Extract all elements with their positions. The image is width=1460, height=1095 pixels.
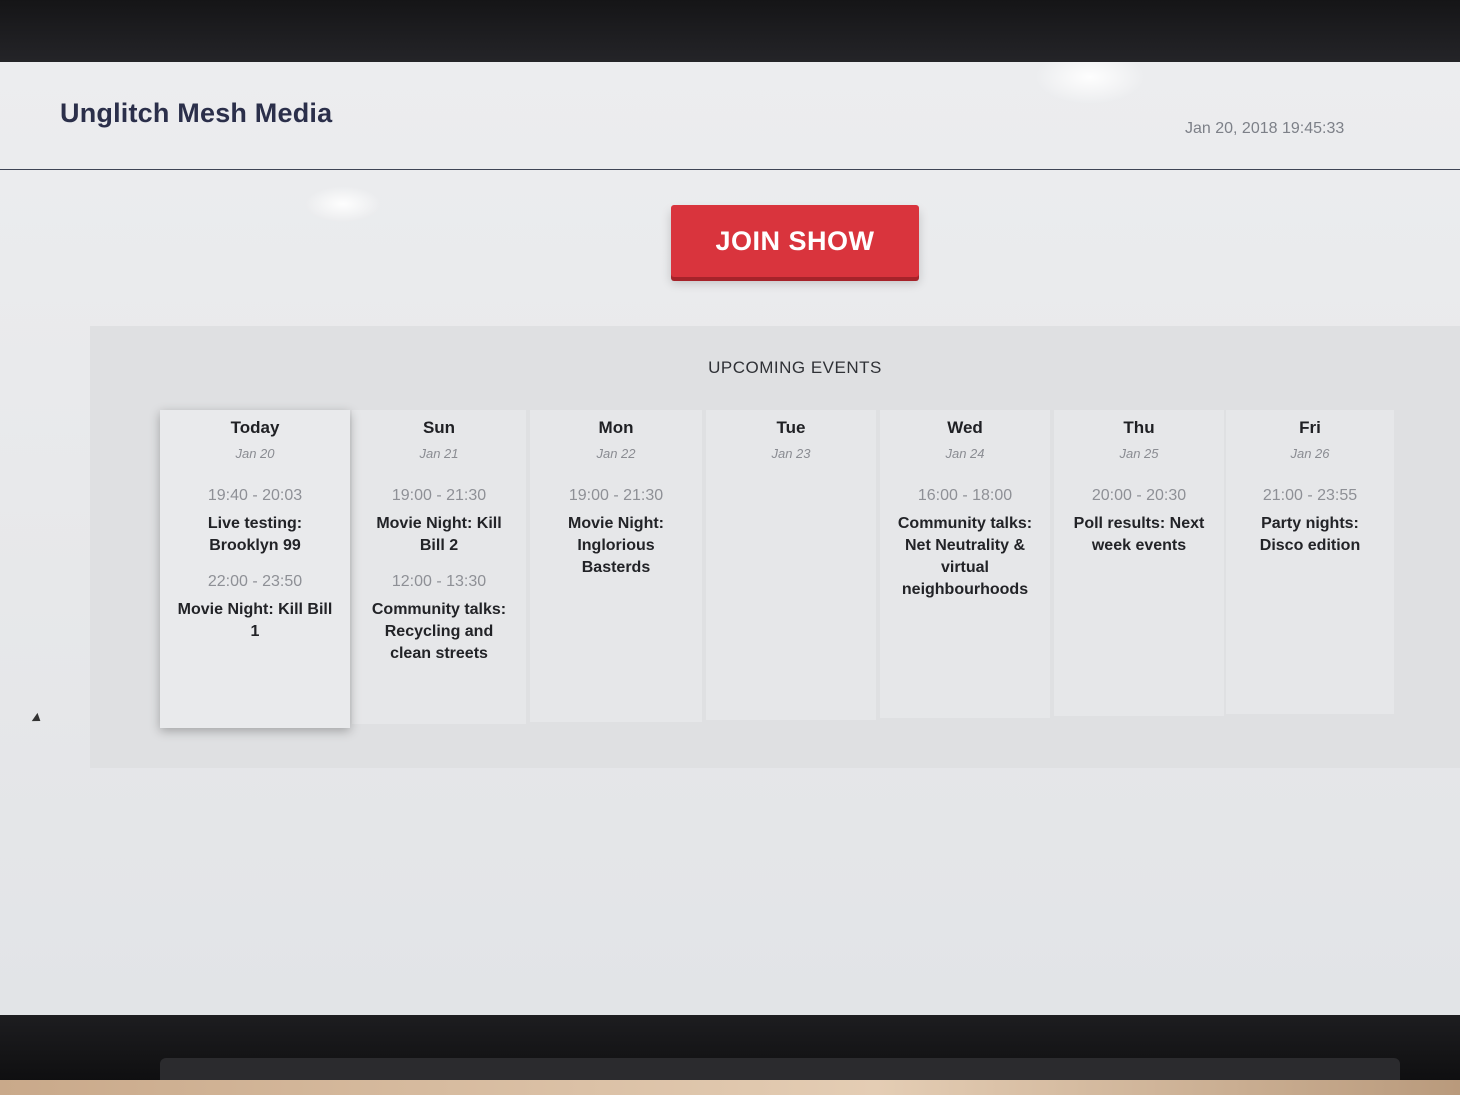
event-title: Movie Night: Kill Bill 2 bbox=[376, 515, 502, 554]
mouse-cursor-icon bbox=[31, 712, 44, 726]
app-header: Unglitch Mesh Media Jan 20, 2018 19:45:3… bbox=[0, 62, 1460, 170]
day-date: Jan 23 bbox=[771, 446, 811, 461]
day-name: Today bbox=[230, 418, 280, 437]
event-item[interactable]: 16:00 - 18:00 Community talks: Net Neutr… bbox=[880, 487, 1050, 601]
event-time: 19:00 - 21:30 bbox=[568, 487, 664, 504]
event-time: 20:00 - 20:30 bbox=[1091, 487, 1187, 504]
day-column-wed: Wed Jan 24 16:00 - 18:00 Community talks… bbox=[880, 410, 1050, 718]
day-date: Jan 24 bbox=[945, 446, 985, 461]
event-time: 12:00 - 13:30 bbox=[391, 573, 487, 590]
screen-glare bbox=[305, 186, 381, 222]
event-title: Live testing: Brooklyn 99 bbox=[207, 515, 303, 554]
day-column-thu: Thu Jan 25 20:00 - 20:30 Poll results: N… bbox=[1054, 410, 1224, 716]
event-title: Movie Night: Inglorious Basterds bbox=[568, 515, 664, 576]
day-column-mon: Mon Jan 22 19:00 - 21:30 Movie Night: In… bbox=[530, 410, 702, 722]
event-title: Community talks: Recycling and clean str… bbox=[371, 601, 507, 662]
event-title: Community talks: Net Neutrality & virtua… bbox=[897, 515, 1033, 598]
monitor-bezel-top bbox=[0, 0, 1460, 70]
day-name: Mon bbox=[598, 418, 634, 437]
day-column-tue: Tue Jan 23 bbox=[706, 410, 876, 720]
event-title: Poll results: Next week events bbox=[1073, 515, 1205, 554]
event-time: 19:40 - 20:03 bbox=[207, 487, 303, 504]
event-title: Party nights: Disco edition bbox=[1259, 515, 1361, 554]
day-column-today: Today Jan 20 19:40 - 20:03 Live testing:… bbox=[160, 410, 350, 728]
event-time: 21:00 - 23:55 bbox=[1262, 487, 1358, 504]
day-name: Fri bbox=[1299, 418, 1321, 437]
day-name: Tue bbox=[776, 418, 806, 437]
day-column-sun: Sun Jan 21 19:00 - 21:30 Movie Night: Ki… bbox=[352, 410, 526, 724]
day-date: Jan 26 bbox=[1290, 446, 1330, 461]
desk-surface bbox=[0, 1080, 1460, 1095]
event-time: 19:00 - 21:30 bbox=[391, 487, 487, 504]
day-name: Sun bbox=[422, 418, 456, 437]
day-name: Wed bbox=[947, 418, 983, 437]
event-title: Movie Night: Kill Bill 1 bbox=[177, 601, 333, 640]
day-date: Jan 22 bbox=[596, 446, 636, 461]
event-item[interactable]: 19:40 - 20:03 Live testing: Brooklyn 99 bbox=[160, 487, 350, 557]
app-screen: Unglitch Mesh Media Jan 20, 2018 19:45:3… bbox=[0, 62, 1460, 1017]
upcoming-events-title: UPCOMING EVENTS bbox=[708, 358, 882, 377]
brand-title: Unglitch Mesh Media bbox=[60, 98, 333, 128]
event-item[interactable]: 21:00 - 23:55 Party nights: Disco editio… bbox=[1226, 487, 1394, 557]
day-column-fri: Fri Jan 26 21:00 - 23:55 Party nights: D… bbox=[1226, 410, 1394, 714]
event-item[interactable]: 19:00 - 21:30 Movie Night: Inglorious Ba… bbox=[530, 487, 702, 579]
day-date: Jan 21 bbox=[419, 446, 459, 461]
day-date: Jan 20 bbox=[235, 446, 275, 461]
current-datetime: Jan 20, 2018 19:45:33 bbox=[1185, 120, 1345, 137]
event-item[interactable]: 22:00 - 23:50 Movie Night: Kill Bill 1 bbox=[160, 573, 350, 643]
event-time: 22:00 - 23:50 bbox=[207, 573, 303, 590]
day-name: Thu bbox=[1123, 418, 1155, 437]
event-item[interactable]: 19:00 - 21:30 Movie Night: Kill Bill 2 bbox=[352, 487, 526, 557]
event-item[interactable]: 20:00 - 20:30 Poll results: Next week ev… bbox=[1054, 487, 1224, 557]
join-show-button[interactable]: JOIN SHOW bbox=[671, 205, 919, 277]
event-time: 16:00 - 18:00 bbox=[917, 487, 1013, 504]
event-item[interactable]: 12:00 - 13:30 Community talks: Recycling… bbox=[352, 573, 526, 665]
day-date: Jan 25 bbox=[1119, 446, 1159, 461]
